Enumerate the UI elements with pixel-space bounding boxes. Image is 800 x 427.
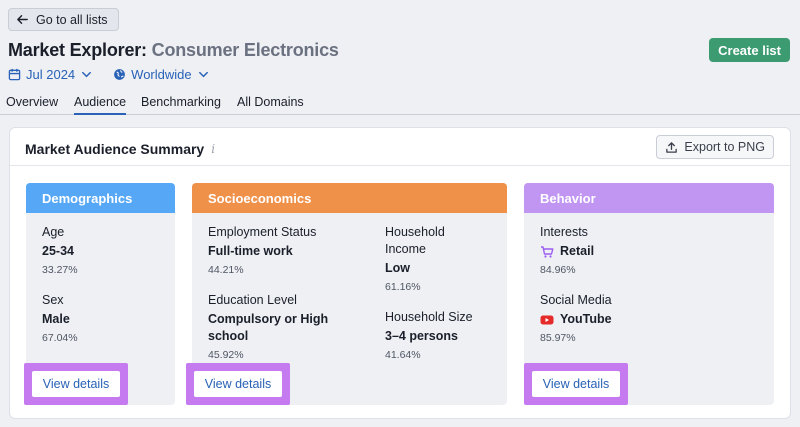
export-png-button[interactable]: Export to PNG xyxy=(656,135,774,159)
chevron-down-icon xyxy=(82,71,92,78)
behavior-view-details-button[interactable]: View details xyxy=(532,371,620,397)
page-title: Market Explorer: Consumer Electronics xyxy=(8,40,339,61)
employment-value: Full-time work xyxy=(208,244,293,258)
social-media-value: YouTube xyxy=(540,311,612,328)
chevron-down-icon xyxy=(198,71,208,78)
tab-audience[interactable]: Audience xyxy=(74,95,127,115)
tab-overview[interactable]: Overview xyxy=(6,95,58,115)
export-icon xyxy=(666,141,678,153)
sex-label: Sex xyxy=(42,293,64,307)
arrow-left-icon xyxy=(17,15,28,24)
demographics-card-title: Demographics xyxy=(26,183,175,213)
tab-bar: Overview Audience Benchmarking All Domai… xyxy=(0,95,800,115)
panel-divider xyxy=(10,165,790,166)
panel-title-text: Market Audience Summary xyxy=(25,141,205,157)
education-label: Education Level xyxy=(208,293,297,307)
employment-label: Employment Status xyxy=(208,225,317,239)
demographics-view-details-button[interactable]: View details xyxy=(32,371,120,397)
interests-percent: 84.96% xyxy=(540,264,576,276)
tab-all-domains[interactable]: All Domains xyxy=(237,95,304,115)
social-media-label: Social Media xyxy=(540,293,612,307)
interests-value: Retail xyxy=(540,243,594,260)
globe-icon xyxy=(114,69,126,80)
behavior-card-title: Behavior xyxy=(524,183,774,213)
region-filter[interactable]: Worldwide xyxy=(113,67,209,82)
filters-bar: Jul 2024 Worldwide xyxy=(8,67,210,82)
sex-value: Male xyxy=(42,312,70,326)
age-label: Age xyxy=(42,225,65,239)
education-value-line2: school xyxy=(208,329,249,343)
region-filter-label: Worldwide xyxy=(131,67,192,82)
youtube-icon xyxy=(540,315,554,324)
age-value: 25-34 xyxy=(42,244,74,258)
page-title-main: Market Explorer: xyxy=(8,40,147,60)
sex-percent: 67.04% xyxy=(42,332,78,344)
socioeconomics-card-title: Socioeconomics xyxy=(192,183,507,213)
social-media-percent: 85.97% xyxy=(540,332,576,344)
shopping-cart-icon xyxy=(541,245,554,258)
calendar-icon xyxy=(8,68,21,81)
income-value: Low xyxy=(385,261,410,275)
income-label-line1: Household xyxy=(385,225,445,239)
interests-value-text: Retail xyxy=(560,244,595,258)
socioeconomics-view-details-button[interactable]: View details xyxy=(194,371,282,397)
info-icon[interactable]: i xyxy=(211,142,215,156)
education-percent: 45.92% xyxy=(208,349,244,361)
export-label: Export to PNG xyxy=(684,140,765,154)
panel-title: Market Audience Summary i xyxy=(25,141,215,157)
date-filter-label: Jul 2024 xyxy=(26,67,76,82)
education-value-line1: Compulsory or High xyxy=(208,312,329,326)
back-label: Go to all lists xyxy=(36,12,108,27)
back-to-lists-button[interactable]: Go to all lists xyxy=(8,8,119,31)
social-media-value-text: YouTube xyxy=(560,312,612,326)
household-size-percent: 41.64% xyxy=(385,349,421,361)
date-filter[interactable]: Jul 2024 xyxy=(8,67,93,82)
household-size-value: 3–4 persons xyxy=(385,329,458,343)
employment-percent: 44.21% xyxy=(208,264,244,276)
income-percent: 61.16% xyxy=(385,281,421,293)
income-label-line2: Income xyxy=(385,242,426,256)
tab-benchmarking[interactable]: Benchmarking xyxy=(141,95,221,115)
age-percent: 33.27% xyxy=(42,264,78,276)
create-list-button[interactable]: Create list xyxy=(709,38,790,62)
interests-label: Interests xyxy=(540,225,588,239)
page-title-list: Consumer Electronics xyxy=(151,40,339,60)
household-size-label: Household Size xyxy=(385,310,473,324)
